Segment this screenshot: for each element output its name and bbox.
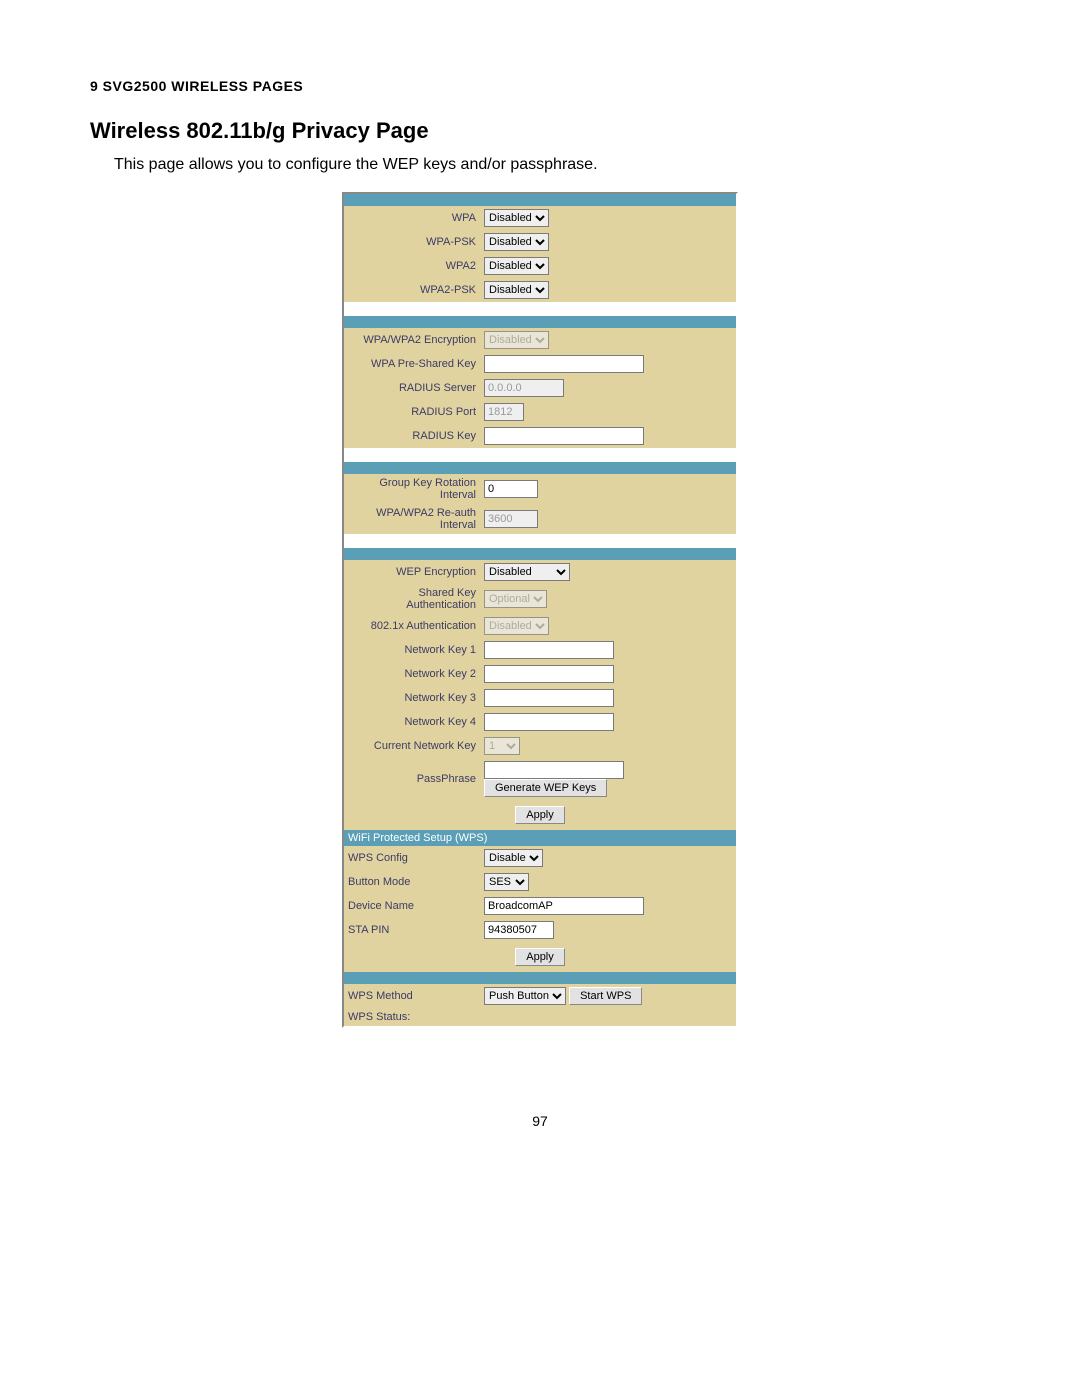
wep-enc-select[interactable]: Disabled [484, 563, 570, 581]
start-wps-button[interactable]: Start WPS [569, 987, 642, 1005]
net-key3-label: Network Key 3 [344, 686, 480, 710]
shared-key-auth-select: Optional [484, 590, 547, 608]
passphrase-input[interactable] [484, 761, 624, 779]
net-key2-label: Network Key 2 [344, 662, 480, 686]
wps-config-select[interactable]: Disable [484, 849, 543, 867]
wep-enc-label: WEP Encryption [344, 560, 480, 584]
group-key-rot-input[interactable] [484, 480, 538, 498]
net-key3-input[interactable] [484, 689, 614, 707]
net-key1-label: Network Key 1 [344, 638, 480, 662]
button-mode-select[interactable]: SES [484, 873, 529, 891]
wpa-enc-label: WPA/WPA2 Encryption [344, 328, 480, 352]
device-name-input[interactable] [484, 897, 644, 915]
wps-method-select[interactable]: Push Button [484, 987, 566, 1005]
button-mode-label: Button Mode [344, 870, 480, 894]
wpa2-psk-label: WPA2-PSK [344, 278, 480, 302]
reauth-input [484, 510, 538, 528]
wpa-psk-label: WPA-PSK [344, 230, 480, 254]
wpa2-label: WPA2 [344, 254, 480, 278]
net-key4-input[interactable] [484, 713, 614, 731]
config-panel: WPA Disabled WPA-PSK Disabled WPA2 Disab… [342, 192, 738, 1028]
wpa-psk-select[interactable]: Disabled [484, 233, 549, 251]
net-key2-input[interactable] [484, 665, 614, 683]
intro-text: This page allows you to configure the WE… [114, 156, 990, 174]
dot1x-auth-label: 802.1x Authentication [344, 614, 480, 638]
net-key4-label: Network Key 4 [344, 710, 480, 734]
current-key-select: 1 [484, 737, 520, 755]
sta-pin-label: STA PIN [344, 918, 480, 942]
wpa2-select[interactable]: Disabled [484, 257, 549, 275]
generate-wep-keys-button[interactable]: Generate WEP Keys [484, 779, 607, 797]
wpa-label: WPA [344, 206, 480, 230]
page-number: 97 [0, 1113, 1080, 1129]
radius-server-label: RADIUS Server [344, 376, 480, 400]
passphrase-label: PassPhrase [344, 758, 480, 800]
wpa-preshared-input[interactable] [484, 355, 644, 373]
wpa-enc-select: Disabled [484, 331, 549, 349]
wps-section-header: WiFi Protected Setup (WPS) [344, 830, 736, 846]
radius-key-label: RADIUS Key [344, 424, 480, 448]
wpa2-psk-select[interactable]: Disabled [484, 281, 549, 299]
wps-method-label: WPS Method [344, 984, 480, 1008]
radius-port-input [484, 403, 524, 421]
apply-button-2[interactable]: Apply [515, 948, 565, 966]
wps-status-value [480, 1008, 736, 1026]
section-heading: 9 SVG2500 WIRELESS PAGES [90, 78, 990, 94]
group-key-rot-label: Group Key Rotation Interval [344, 474, 480, 504]
wps-config-label: WPS Config [344, 846, 480, 870]
shared-key-auth-label: Shared Key Authentication [344, 584, 480, 614]
reauth-label: WPA/WPA2 Re-auth Interval [344, 504, 480, 534]
device-name-label: Device Name [344, 894, 480, 918]
apply-button-1[interactable]: Apply [515, 806, 565, 824]
radius-server-input [484, 379, 564, 397]
sta-pin-input[interactable] [484, 921, 554, 939]
wpa-preshared-label: WPA Pre-Shared Key [344, 352, 480, 376]
page-title: Wireless 802.11b/g Privacy Page [90, 118, 990, 144]
net-key1-input[interactable] [484, 641, 614, 659]
current-key-label: Current Network Key [344, 734, 480, 758]
radius-key-input[interactable] [484, 427, 644, 445]
wpa-select[interactable]: Disabled [484, 209, 549, 227]
dot1x-auth-select: Disabled [484, 617, 549, 635]
wps-status-label: WPS Status: [344, 1008, 480, 1026]
radius-port-label: RADIUS Port [344, 400, 480, 424]
